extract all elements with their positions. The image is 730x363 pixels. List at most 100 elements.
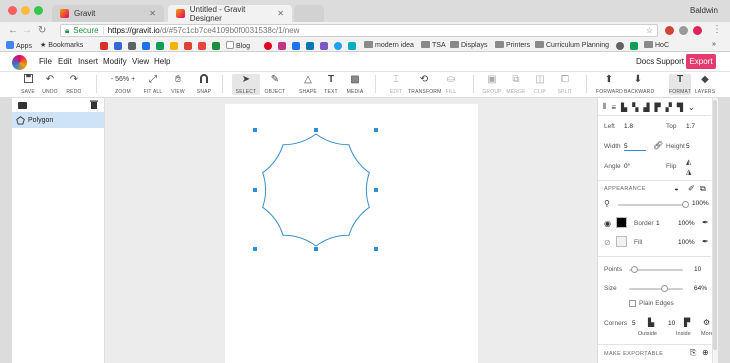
border-width-input[interactable]: 1 — [656, 220, 660, 227]
selection-handle[interactable] — [253, 247, 257, 251]
bookmark-icon[interactable] — [348, 42, 356, 50]
align-bottom-icon[interactable]: ▜ — [677, 103, 683, 112]
bookmark-icon[interactable] — [114, 42, 122, 50]
corners-value-outside[interactable]: 5 — [632, 320, 636, 327]
reload-icon[interactable]: ↻ — [38, 25, 46, 36]
forward-arrow-icon[interactable]: → — [22, 25, 32, 36]
add-export-icon[interactable]: ⊕ — [702, 348, 709, 357]
points-value[interactable]: 10 — [694, 266, 701, 273]
bookmark-folder-displays[interactable]: Displays — [450, 41, 487, 49]
top-input[interactable]: 1.7 — [686, 123, 695, 130]
width-input[interactable]: 5 — [624, 143, 646, 151]
opacity-value[interactable]: 100% — [692, 200, 709, 207]
browser-tab-untitled[interactable]: Untitled - Gravit Designer ✕ — [168, 5, 292, 23]
menu-help[interactable]: Help — [154, 57, 170, 66]
bookmark-icon[interactable] — [156, 42, 164, 50]
close-tab-icon[interactable]: ✕ — [149, 9, 156, 18]
object-tool[interactable]: ✎ OBJECT — [263, 74, 287, 95]
menu-edit[interactable]: Edit — [58, 57, 72, 66]
bookmark-icon[interactable] — [170, 42, 178, 50]
trash-icon[interactable] — [90, 100, 98, 111]
backward-button[interactable]: ⬇︎ BACKWARD — [624, 74, 654, 95]
selection-handle[interactable] — [374, 188, 378, 192]
height-input[interactable]: 5 — [686, 143, 690, 150]
bookmark-icon[interactable] — [142, 42, 150, 50]
clip-button[interactable]: ◫ CLIP — [532, 74, 548, 95]
browser-tab-gravit[interactable]: Gravit ✕ — [52, 5, 164, 22]
bookmarks-overflow[interactable]: » — [712, 41, 716, 48]
points-slider-knob[interactable] — [631, 266, 639, 273]
media-tool[interactable]: ▩ MEDIA — [344, 74, 366, 95]
export-button[interactable]: Export — [686, 54, 716, 69]
zoom-control[interactable]: - 56% + ZOOM — [104, 74, 142, 95]
snap-button[interactable]: SNAP — [193, 74, 215, 95]
bookmark-icon[interactable] — [306, 42, 314, 50]
bookmark-bookmarks[interactable]: ★ Bookmarks — [40, 41, 83, 49]
menu-view[interactable]: View — [132, 57, 149, 66]
bookmark-icon[interactable] — [320, 42, 328, 50]
brush-icon[interactable]: ✐ — [688, 184, 695, 193]
menu-file[interactable]: File — [39, 57, 52, 66]
size-slider[interactable] — [629, 288, 683, 290]
menu-modify[interactable]: Modify — [103, 57, 127, 66]
zoom-out-button[interactable]: - — [111, 76, 113, 83]
eye-hidden-icon[interactable]: ⊘ — [604, 238, 611, 247]
minimize-window-icon[interactable] — [21, 6, 30, 15]
artboard[interactable] — [225, 104, 478, 363]
lock-aspect-icon[interactable]: 🔗︎ — [653, 141, 663, 150]
bookmark-icon[interactable] — [630, 42, 638, 50]
eyedropper-icon[interactable]: ✒︎ — [702, 237, 709, 246]
forward-button[interactable]: ⬆︎ FORWARD — [596, 74, 623, 95]
angle-input[interactable]: 0° — [624, 163, 630, 170]
url-input[interactable]: 🔒︎ Secure | https://gravit.io /d/#57c1cb… — [60, 24, 658, 37]
transform-button[interactable]: ⟲ TRANSFORM — [408, 74, 441, 95]
bookmark-icon[interactable] — [184, 42, 192, 50]
selection-handle[interactable] — [314, 247, 318, 251]
scrollbar-thumb[interactable] — [713, 100, 717, 350]
bookmark-icon[interactable] — [128, 42, 136, 50]
view-button[interactable]: ✋︎ VIEW — [168, 74, 188, 95]
align-center-icon[interactable]: ▚ — [632, 103, 638, 112]
folder-icon[interactable] — [18, 101, 29, 110]
align-middle-icon[interactable]: ▞ — [666, 103, 672, 112]
docs-link[interactable]: Docs — [636, 57, 654, 66]
format-panel-toggle[interactable]: T FORMAT — [669, 74, 691, 95]
selection-handle[interactable] — [374, 247, 378, 251]
selection-handle[interactable] — [253, 188, 257, 192]
close-window-icon[interactable] — [8, 6, 17, 15]
edit-button[interactable]: ⌶ EDIT — [387, 74, 405, 95]
bookmark-icon[interactable] — [292, 42, 300, 50]
make-exportable-title[interactable]: MAKE EXPORTABLE — [604, 351, 663, 357]
select-tool[interactable]: ➤ SELECT — [232, 74, 260, 95]
align-left-icon[interactable]: ▙ — [621, 103, 627, 112]
back-arrow-icon[interactable]: ← — [8, 25, 18, 36]
gear-icon[interactable]: ⚙︎ — [703, 318, 710, 327]
plain-edges-checkbox[interactable] — [629, 300, 636, 307]
star-icon[interactable]: ☆ — [646, 26, 653, 35]
group-button[interactable]: ▣ GROUP — [481, 74, 503, 95]
redo-button[interactable]: ↷ REDO — [63, 74, 85, 95]
opacity-slider-knob[interactable] — [682, 201, 689, 208]
profile-name[interactable]: Baldwin — [690, 6, 718, 15]
distribute-horizontal-icon[interactable]: ⫴ — [603, 102, 606, 112]
align-right-icon[interactable]: ▟ — [643, 103, 649, 112]
flip-vertical-icon[interactable]: ◮ — [686, 168, 691, 176]
flip-horizontal-icon[interactable]: ◭ — [686, 158, 691, 166]
export-preview-icon[interactable]: ⎘ — [690, 348, 696, 358]
corner-inside-icon[interactable]: ▛ — [684, 318, 690, 327]
left-input[interactable]: 1.8 — [624, 123, 633, 130]
distribute-vertical-icon[interactable]: ≡ — [611, 103, 616, 112]
style-icon[interactable]: ⧉ — [700, 184, 706, 194]
border-opacity-input[interactable]: 100% — [678, 220, 695, 227]
bookmark-folder-printers[interactable]: Printers — [495, 41, 530, 49]
pinterest-icon[interactable] — [264, 42, 272, 50]
maximize-window-icon[interactable] — [34, 6, 43, 15]
layers-panel-toggle[interactable]: ◆ LAYERS — [693, 74, 717, 95]
zoom-in-button[interactable]: + — [131, 76, 135, 83]
border-color-swatch[interactable] — [616, 217, 627, 228]
undo-button[interactable]: ↶ UNDO — [40, 74, 60, 95]
selection-handle[interactable] — [253, 128, 257, 132]
fill-opacity-input[interactable]: 100% — [678, 239, 695, 246]
size-value[interactable]: 64% — [694, 285, 707, 292]
bookmark-apps[interactable]: Apps — [6, 41, 32, 50]
